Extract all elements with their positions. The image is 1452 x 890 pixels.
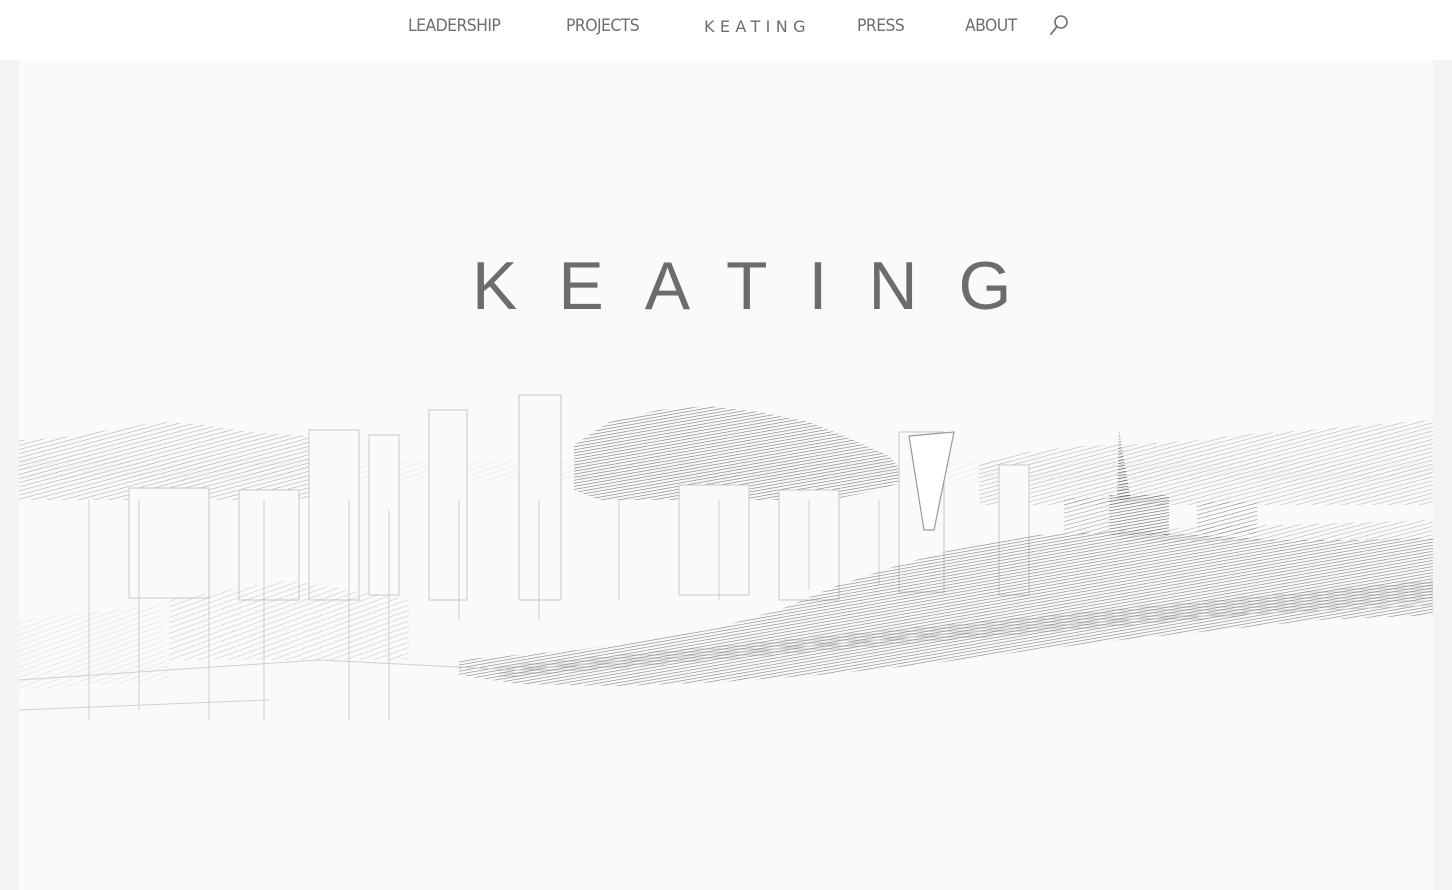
top-navigation-bar: LEADERSHIP PROJECTS KEATING PRESS ABOUT [0,0,1452,60]
nav-item-press[interactable]: PRESS [857,16,905,36]
nav-item-leadership[interactable]: LEADERSHIP [408,16,501,36]
skyline-sketch-image [19,394,1433,720]
hero-section: KEATING [19,60,1433,890]
hero-title: KEATING [472,248,1053,324]
search-icon[interactable] [1048,14,1070,38]
nav-item-projects[interactable]: PROJECTS [566,16,640,36]
nav-item-about[interactable]: ABOUT [965,16,1017,36]
main-nav: LEADERSHIP PROJECTS KEATING PRESS ABOUT [0,16,1452,42]
nav-item-keating[interactable]: KEATING [704,17,811,36]
